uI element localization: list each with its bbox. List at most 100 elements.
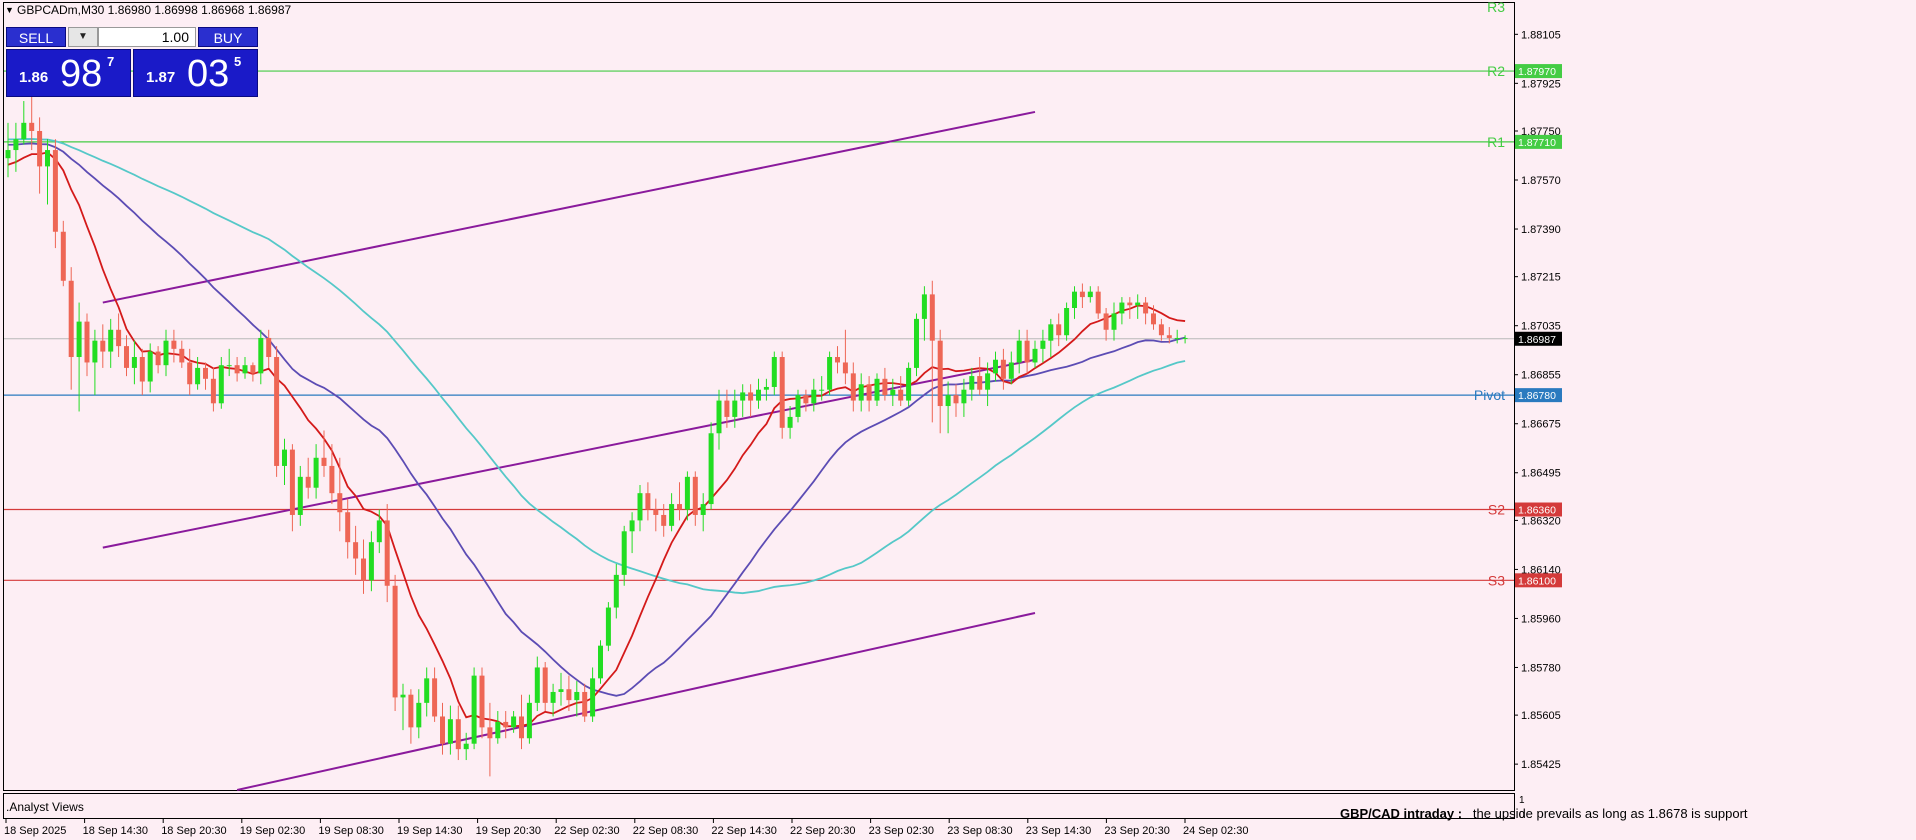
candle-body <box>37 130 43 167</box>
level-name-r1: R1 <box>1487 134 1505 150</box>
candle-body <box>1111 313 1117 330</box>
candle-body <box>432 678 438 717</box>
time-tick-label: 18 Sep 20:30 <box>161 825 226 837</box>
candle-body <box>234 365 240 374</box>
time-tick-label: 22 Sep 20:30 <box>790 825 855 837</box>
candle-body <box>613 574 619 608</box>
sell-price-pips: 98 <box>60 53 103 95</box>
candle-body <box>677 504 682 510</box>
candle-body <box>463 743 469 750</box>
level-tag-label-pivot: 1.86780 <box>1518 390 1556 402</box>
candle-body <box>692 476 698 515</box>
candle-body <box>297 476 303 515</box>
symbol-menu-icon[interactable]: ▼ <box>5 5 14 15</box>
candle-body <box>526 702 532 739</box>
candle-body <box>116 329 122 347</box>
candle-body <box>866 384 872 401</box>
candle-body <box>1127 302 1133 306</box>
candle-body <box>906 367 912 401</box>
candle-body <box>92 340 98 363</box>
sell-button[interactable]: SELL <box>6 27 66 47</box>
candle-body <box>550 691 556 703</box>
candle-body <box>748 392 754 401</box>
candle-body <box>519 716 524 739</box>
candle-body <box>368 542 374 581</box>
candle-body <box>400 694 406 698</box>
candle-body <box>1072 291 1077 308</box>
candle-body <box>605 607 611 646</box>
channel-line-2 <box>102 358 1036 549</box>
sell-price-box[interactable]: 1.86 98 7 <box>6 49 131 97</box>
candle-body <box>1000 359 1006 379</box>
candle-body <box>155 351 161 366</box>
candle-body <box>1079 291 1085 298</box>
time-tick-label: 19 Sep 08:30 <box>318 825 383 837</box>
time-tick-label: 19 Sep 02:30 <box>240 825 305 837</box>
candle-body <box>929 294 935 341</box>
price-tick-label: 1.88105 <box>1521 29 1561 41</box>
candle-body <box>68 280 74 358</box>
level-tag-label-s2: 1.86360 <box>1518 505 1556 517</box>
candle-body <box>250 365 256 374</box>
current-price-label: 1.86987 <box>1518 334 1556 346</box>
candle-body <box>740 392 746 401</box>
time-tick-label: 22 Sep 02:30 <box>554 825 619 837</box>
level-name-pivot: Pivot <box>1474 387 1505 403</box>
candle-body <box>787 416 793 428</box>
level-name-r3: R3 <box>1487 0 1505 15</box>
buy-price-box[interactable]: 1.87 03 5 <box>133 49 258 97</box>
candle-body <box>969 376 975 390</box>
channel-line-1 <box>102 110 1036 304</box>
candle-body <box>258 337 264 374</box>
candle-body <box>684 476 690 510</box>
subwindow-title: .Analyst Views <box>6 800 84 814</box>
time-tick-label: 19 Sep 20:30 <box>476 825 541 837</box>
candle-body <box>621 531 627 575</box>
time-axis: 18 Sep 2025 18 Sep 14:30 18 Sep 20:30 19 Se… <box>4 819 1248 837</box>
candle-body <box>195 367 201 385</box>
candle-body <box>495 721 501 739</box>
candle-body <box>440 716 445 744</box>
candle-body <box>566 689 572 701</box>
candle-body <box>756 389 761 401</box>
candle-body <box>874 378 880 401</box>
candle-body <box>637 493 643 521</box>
candle-body <box>914 318 919 368</box>
candle-body <box>124 346 129 368</box>
candle-body <box>1119 302 1125 314</box>
time-tick-label: 22 Sep 08:30 <box>633 825 698 837</box>
candle-body <box>763 386 769 390</box>
price-tick-label: 1.85780 <box>1521 662 1561 674</box>
candle-body <box>653 509 659 515</box>
candle-body <box>732 400 738 417</box>
lot-dropdown-icon[interactable]: ▼ <box>68 27 98 47</box>
candle-body <box>700 504 706 515</box>
candle-body <box>629 520 635 532</box>
level-name-s3: S3 <box>1488 572 1505 588</box>
candle-body <box>321 457 327 466</box>
candle-body <box>447 719 453 744</box>
candle-body <box>795 395 801 417</box>
time-tick-label: 18 Sep 2025 <box>4 825 66 837</box>
candle-body <box>416 702 422 728</box>
candle-body <box>645 493 651 510</box>
candle-body <box>1103 313 1109 330</box>
candle-body <box>376 520 382 543</box>
level-tag-label-r1: 1.87710 <box>1518 137 1556 149</box>
candle-body <box>329 465 335 494</box>
candle-body <box>5 150 11 159</box>
candle-body <box>598 645 603 679</box>
candle-body <box>1048 324 1054 341</box>
candle-body <box>842 362 848 374</box>
price-chart[interactable]: R3R2R1PivotS2S3 1.881051.879251.877501.8… <box>0 0 1916 840</box>
candle-body <box>890 389 896 396</box>
analyst-comment: GBP/CAD intraday : the upside prevails a… <box>1340 806 1748 821</box>
candle-body <box>139 357 145 382</box>
candle-body <box>993 359 998 374</box>
candle-body <box>811 389 817 404</box>
candle-body <box>289 449 295 515</box>
buy-button[interactable]: BUY <box>198 27 258 47</box>
lot-size-input[interactable]: 1.00 <box>98 27 196 47</box>
candle-body <box>52 150 58 232</box>
candle-body <box>977 376 983 390</box>
